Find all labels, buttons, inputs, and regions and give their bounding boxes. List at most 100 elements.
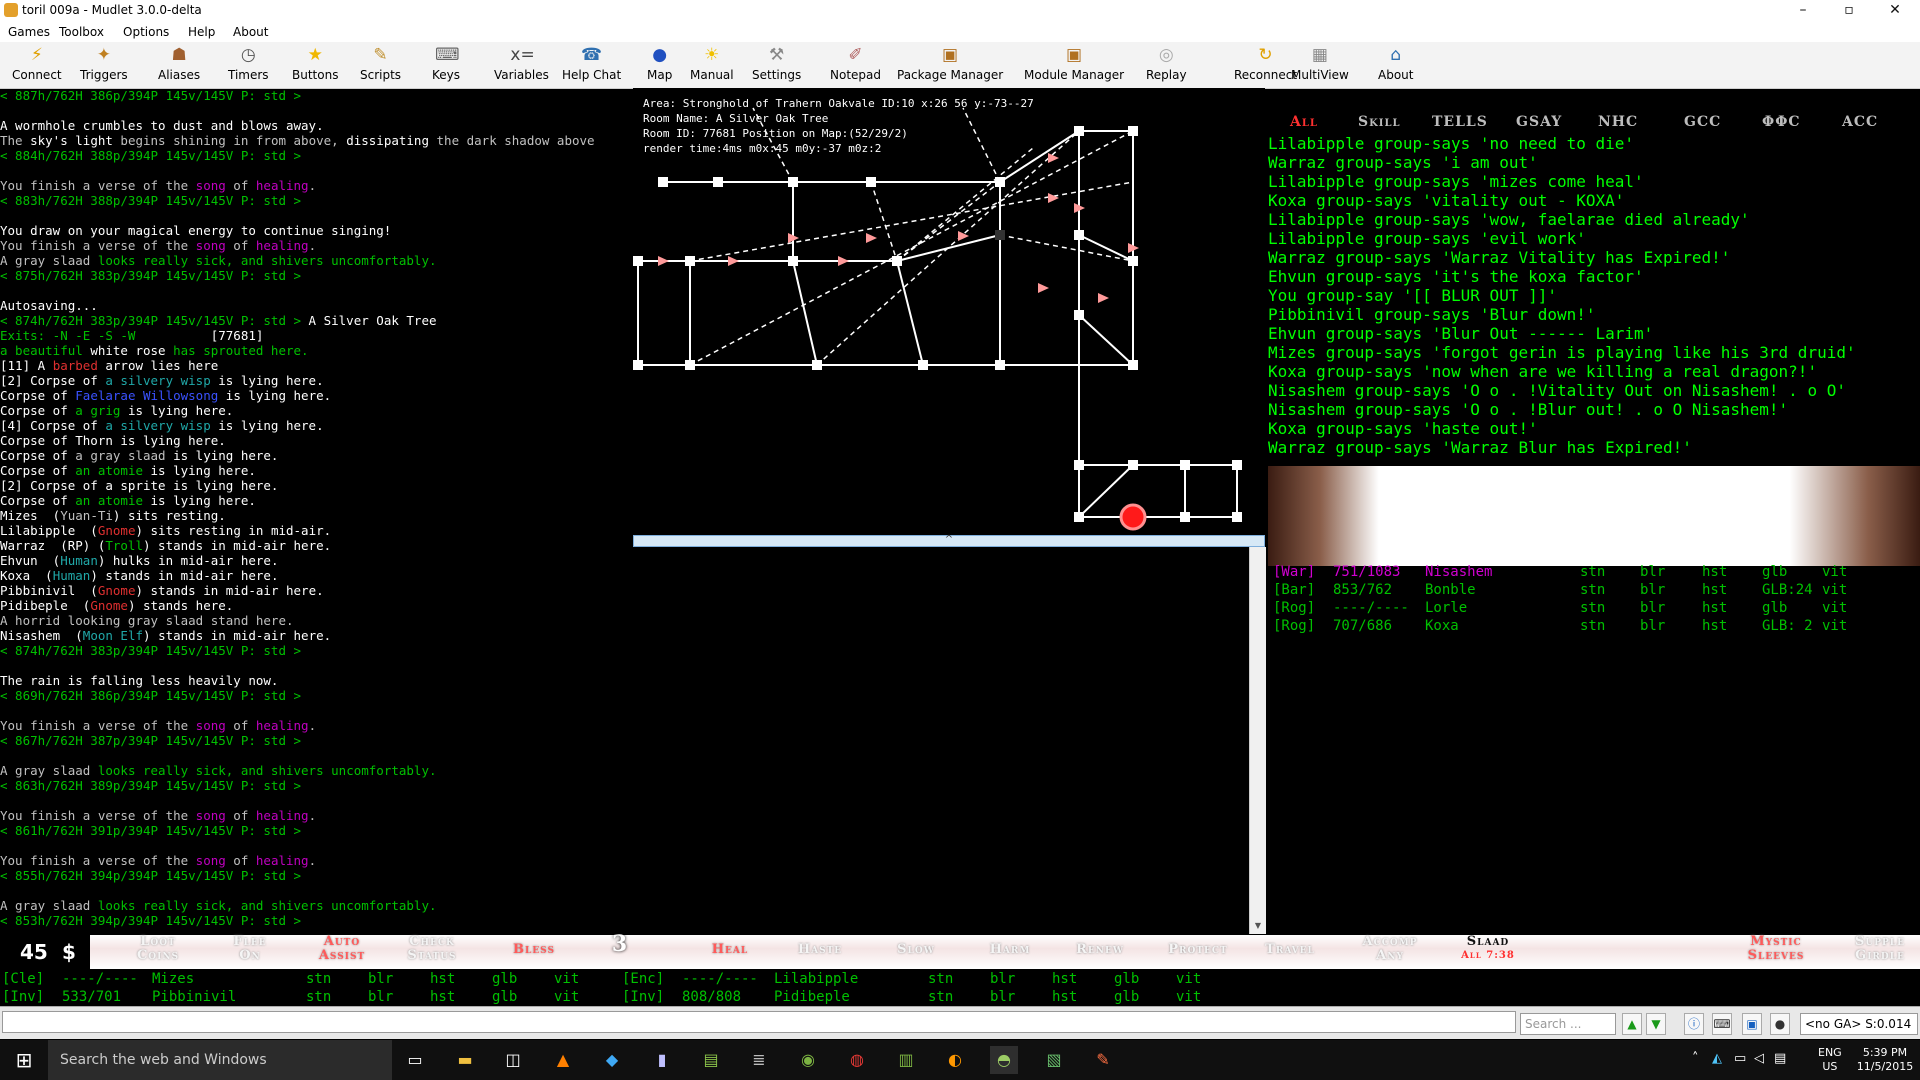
action-button-heal[interactable]: Heal	[690, 943, 770, 957]
action-button-supple[interactable]: Supple Girdle	[1840, 935, 1920, 963]
map-room	[866, 177, 876, 187]
chat-tab-all[interactable]: All	[1290, 114, 1318, 130]
scroll-down-arrow[interactable]: ▼	[1250, 919, 1266, 933]
taskbar-search[interactable]: Search the web and Windows	[48, 1040, 392, 1080]
tray-volume-icon[interactable]: ◁	[1754, 1052, 1764, 1066]
app-pad-icon[interactable]: ▥	[892, 1046, 920, 1074]
tray-clock[interactable]: 5:39 PM 11/5/2015	[1852, 1046, 1918, 1074]
chat-tab-tells[interactable]: TELLS	[1432, 114, 1488, 130]
buffer-search-input[interactable]: Search ...	[1520, 1013, 1616, 1035]
menu-about[interactable]: About	[233, 25, 268, 39]
tray-language[interactable]: ENG US	[1818, 1046, 1842, 1074]
vertical-scrollbar[interactable]: ▼	[1249, 547, 1266, 934]
file-explorer-icon[interactable]: ▬	[451, 1046, 479, 1074]
chat-tab-gsay[interactable]: GSAY	[1516, 114, 1562, 130]
maximize-button[interactable]: ▫	[1826, 0, 1872, 22]
toolbar-timers-button[interactable]: ◷ Timers	[228, 44, 269, 82]
toolbar-multiview-button[interactable]: ▦ MultiView	[1291, 44, 1349, 82]
command-line-input[interactable]	[2, 1011, 1516, 1033]
toolbar-buttons-button[interactable]: ★ Buttons	[292, 44, 338, 82]
action-button-auto[interactable]: Auto Assist	[302, 935, 382, 963]
tray-notifications-icon[interactable]: ▤	[1774, 1052, 1786, 1066]
chat-tab-φφc[interactable]: ΦΦC	[1762, 114, 1801, 130]
keyboard-icon[interactable]: ⌨	[1712, 1013, 1732, 1035]
database-icon[interactable]: ≣	[745, 1046, 773, 1074]
toolbar-replay-button[interactable]: ◎ Replay	[1146, 44, 1187, 82]
toolbar-module-manager-button[interactable]: ▣ Module Manager	[1024, 44, 1124, 82]
toolbar-notepad-button[interactable]: ✐ Notepad	[830, 44, 881, 82]
toolbar-aliases-button[interactable]: ☗ Aliases	[158, 44, 200, 82]
menu-options[interactable]: Options	[123, 25, 169, 39]
toolbar-triggers-button[interactable]: ✦ Triggers	[80, 44, 128, 82]
toolbar-help-chat-button[interactable]: ☎ Help Chat	[562, 44, 621, 82]
action-button-protect[interactable]: Protect	[1158, 943, 1238, 957]
spreadsheet-icon[interactable]: ▤	[697, 1046, 725, 1074]
tray-drive-icon[interactable]: ◭	[1712, 1052, 1722, 1066]
vlc-icon[interactable]: ▲	[549, 1046, 577, 1074]
tray-chevron-icon[interactable]: ˄	[1692, 1052, 1699, 1066]
main-console-output[interactable]: < 887h/762H 386p/394P 145v/145V P: std >…	[0, 88, 633, 934]
chat-line: Ehvun group-says 'Blur Out ------ Larim'	[1268, 324, 1654, 343]
search-down-icon[interactable]: ▼	[1646, 1013, 1666, 1035]
network-icon[interactable]: ▣	[1742, 1013, 1762, 1035]
map-room	[1128, 256, 1138, 266]
action-button-haste[interactable]: Haste	[780, 943, 860, 957]
mudlet-task-icon[interactable]: ◓	[990, 1046, 1018, 1074]
action-button-renew[interactable]: Renew	[1060, 943, 1140, 957]
task-view-icon[interactable]: ▭	[401, 1046, 429, 1074]
action-button-check[interactable]: Check Status	[392, 935, 472, 963]
action-button-3[interactable]: 3	[580, 933, 660, 955]
toolbar-scripts-button[interactable]: ✎ Scripts	[360, 44, 401, 82]
close-button[interactable]: ✕	[1872, 0, 1918, 22]
menu-games[interactable]: Games	[8, 25, 50, 39]
toolbar-manual-button[interactable]: ☀ Manual	[690, 44, 734, 82]
chat-tab-acc[interactable]: ACC	[1842, 114, 1878, 130]
chrome-icon[interactable]: ◍	[843, 1046, 871, 1074]
app-notepad-icon[interactable]: ▧	[1040, 1046, 1068, 1074]
info-icon[interactable]: ⓘ	[1684, 1013, 1704, 1035]
action-button-travel[interactable]: Travel	[1250, 943, 1330, 957]
action-button-slow[interactable]: Slow	[876, 943, 956, 957]
toolbar-about-button[interactable]: ⌂ About	[1378, 44, 1413, 82]
action-button-slaad[interactable]: Slaad All 7:38	[1448, 935, 1528, 963]
search-up-icon[interactable]: ▲	[1622, 1013, 1642, 1035]
chat-line: Warraz group-says 'Warraz Vitality has E…	[1268, 248, 1731, 267]
app-orange-icon[interactable]: ◐	[941, 1046, 969, 1074]
app-green-icon[interactable]: ◉	[794, 1046, 822, 1074]
menu-help[interactable]: Help	[188, 25, 215, 39]
action-button-loot[interactable]: Loot Coins	[118, 935, 198, 963]
chat-tab-gcc[interactable]: GCC	[1684, 114, 1721, 130]
map-exit-arrow	[866, 233, 877, 243]
group-cell-c: hst	[1702, 600, 1728, 616]
action-button-accomp[interactable]: Accomp Any	[1350, 935, 1430, 963]
mapper-widget[interactable]: Area: Stronghold of Trahern Oakvale ID:1…	[633, 88, 1265, 540]
toolbar-reconnect-button[interactable]: ↻ Reconnect	[1234, 44, 1297, 82]
action-button-bless[interactable]: Bless	[494, 943, 574, 957]
toolbar-package-manager-button[interactable]: ▣ Package Manager	[897, 44, 1003, 82]
store-icon[interactable]: ◫	[499, 1046, 527, 1074]
app-paint-icon[interactable]: ✎	[1089, 1046, 1117, 1074]
app-diamond-icon[interactable]: ◆	[598, 1046, 626, 1074]
menu-toolbox[interactable]: Toolbox	[59, 25, 104, 39]
toolbar-keys-button[interactable]: ⌨ Keys	[432, 44, 460, 82]
toolbar-settings-button[interactable]: ⚒ Settings	[752, 44, 801, 82]
console-line: Lilabipple (Gnome) sits resting in mid-a…	[0, 523, 633, 538]
chat-tab-skill[interactable]: Skill	[1358, 114, 1401, 130]
action-button-flee[interactable]: Flee On	[210, 935, 290, 963]
tray-network-icon[interactable]: ▭	[1734, 1052, 1746, 1066]
toolbar-connect-button[interactable]: ⚡ Connect	[12, 44, 62, 82]
group-cell-e: vit	[1822, 564, 1848, 580]
chat-output[interactable]: Lilabipple group-says 'no need to die' Wa…	[1268, 134, 1920, 492]
toolbar-label: Triggers	[80, 68, 128, 82]
record-icon[interactable]: ●	[1770, 1013, 1790, 1035]
map-splitter-handle[interactable]: ^	[633, 535, 1265, 547]
toolbar-map-button[interactable]: ● Map	[647, 44, 672, 82]
minimize-button[interactable]: –	[1780, 0, 1826, 22]
windows-start-icon[interactable]: ⊞	[0, 1040, 48, 1080]
library-icon[interactable]: ▮	[648, 1046, 676, 1074]
console-text-segment: of	[225, 178, 256, 193]
action-button-harm[interactable]: Harm	[970, 943, 1050, 957]
action-button-mystic[interactable]: Mystic Sleeves	[1736, 935, 1816, 963]
chat-tab-nhc[interactable]: NHC	[1598, 114, 1638, 130]
toolbar-variables-button[interactable]: x= Variables	[494, 44, 549, 82]
